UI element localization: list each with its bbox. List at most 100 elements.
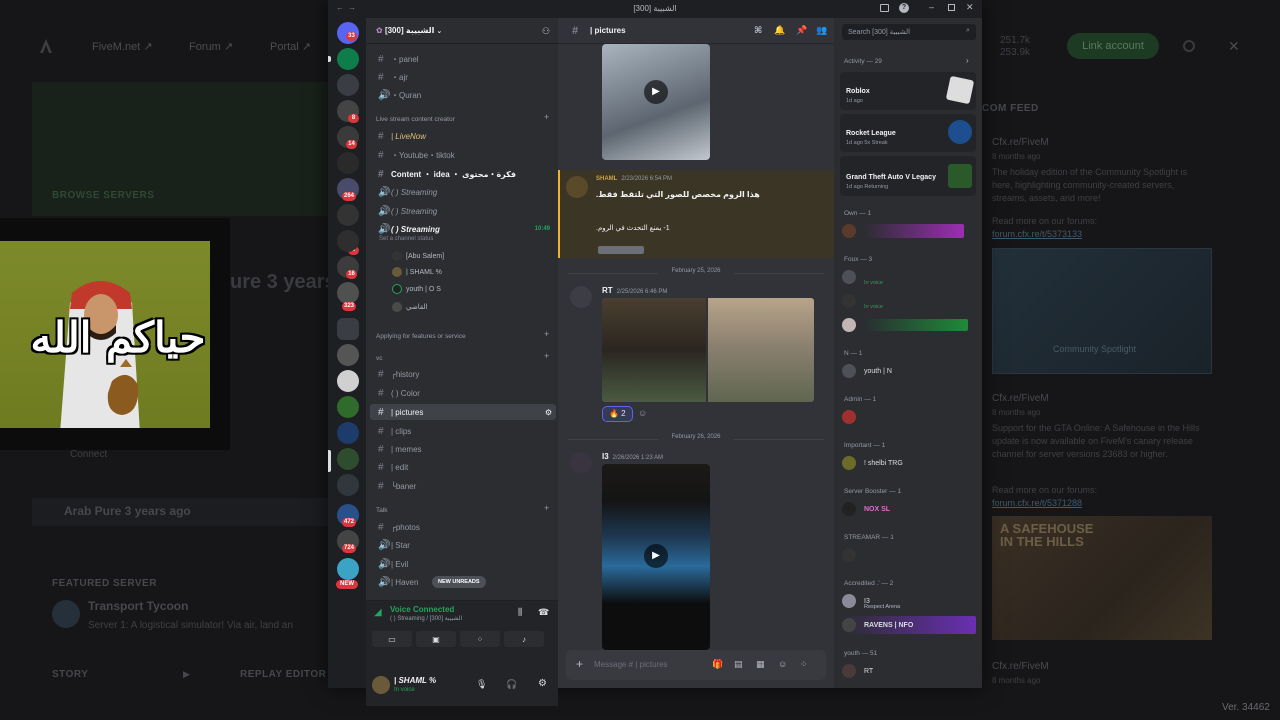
help-icon[interactable]: ? <box>899 3 909 13</box>
pin-icon[interactable]: 📌 <box>796 25 807 36</box>
reaction-fire[interactable]: 🔥 2 <box>602 406 633 422</box>
member-item[interactable]: youth | N <box>842 362 976 380</box>
link-account-button[interactable]: Link account <box>1067 33 1159 59</box>
search-input[interactable]: Search الشبيبة [300] ⌕ <box>842 24 976 40</box>
video-attachment[interactable]: ▶ <box>602 464 710 650</box>
server-icon[interactable] <box>337 448 359 470</box>
server-icon[interactable] <box>337 396 359 418</box>
add-channel-icon[interactable]: + <box>544 112 549 122</box>
inbox-icon[interactable] <box>880 4 889 12</box>
play-icon[interactable]: ▶ <box>183 669 190 680</box>
chevron-right-icon[interactable]: › <box>966 56 969 65</box>
feed-image-safehouse[interactable]: A SAFEHOUSE IN THE HILLS <box>992 516 1212 640</box>
server-icon[interactable] <box>337 204 359 226</box>
channel-content-idea[interactable]: # Content ・ idea ・ فكرة・محتوى <box>370 166 556 182</box>
history-item[interactable]: Arab Pure 3 years ago <box>32 498 328 526</box>
emoji-icon[interactable]: ☺ <box>778 659 787 669</box>
gif-icon[interactable]: ▤ <box>734 659 743 670</box>
activity-card[interactable]: Roblox 1d ago <box>840 72 976 110</box>
activity-header[interactable]: Activity — 29 <box>844 58 882 65</box>
close-window-icon[interactable]: ✕ <box>966 2 974 13</box>
category-live[interactable]: Live stream content creator <box>376 116 455 123</box>
server-icon[interactable] <box>337 230 359 252</box>
channel-clips[interactable]: # | clips <box>370 423 556 439</box>
play-icon[interactable]: ▶ <box>644 544 668 568</box>
voice-user[interactable]: القاضي <box>392 300 428 314</box>
channel-photos[interactable]: # ╭photos <box>370 519 556 535</box>
server-icon[interactable] <box>337 370 359 392</box>
server-icon[interactable] <box>337 152 359 174</box>
channel-edit[interactable]: # | edit <box>370 459 556 475</box>
sticker-icon[interactable]: ▦ <box>756 659 765 670</box>
message-author[interactable]: I3 2/26/2026 1:23 AM <box>602 452 663 461</box>
image-attachment[interactable] <box>708 298 814 402</box>
server-icon[interactable] <box>337 422 359 444</box>
server-icon[interactable] <box>337 344 359 366</box>
category-apply[interactable]: Applying for features or service <box>376 333 466 340</box>
avatar[interactable] <box>570 452 592 474</box>
channel-ajr[interactable]: # ・ajr <box>370 69 556 85</box>
activity-card[interactable]: Rocket League 1d ago 5x Streak <box>840 114 976 152</box>
category-vc[interactable]: vc <box>376 355 383 362</box>
bell-icon[interactable]: 🔔 <box>774 25 785 36</box>
maximize-icon[interactable] <box>948 4 955 11</box>
activities-button[interactable]: ⁘ <box>460 631 500 647</box>
add-channel-icon[interactable]: + <box>544 503 549 513</box>
channel-youtube[interactable]: # ・Youtube・tiktok <box>370 147 556 163</box>
voice-user[interactable]: [Abu Salem] <box>392 249 444 263</box>
voice-channel-name[interactable]: ( ) Streaming / الشبيبة [300] <box>390 615 462 622</box>
feed-link[interactable]: forum.cfx.re/t/5371288 <box>992 497 1082 510</box>
camera-button[interactable]: ▭ <box>372 631 412 647</box>
new-unreads-pill[interactable]: NEW UNREADS <box>432 576 486 588</box>
channel-panel[interactable]: # ・panel <box>370 51 556 67</box>
member-item[interactable]: RAVENS | NFO <box>842 616 976 634</box>
activity-card[interactable]: Grand Theft Auto V Legacy 1d ago Returni… <box>840 156 976 196</box>
avatar[interactable] <box>570 286 592 308</box>
video-attachment[interactable]: ▶ <box>602 44 710 160</box>
message-author[interactable]: SHAML 2/23/2026 6:54 PM <box>596 176 672 182</box>
voice-channel-star[interactable]: 🔊 | Star <box>370 537 556 553</box>
voice-channel-streaming[interactable]: 🔊( ) Streaming <box>370 203 556 219</box>
voice-channel-streaming-active[interactable]: 🔊( ) Streaming 10:49 <box>370 221 556 237</box>
spoiler-block[interactable] <box>598 246 644 254</box>
server-icon[interactable] <box>337 74 359 96</box>
settings-gear-icon[interactable] <box>1183 40 1195 52</box>
channel-baner[interactable]: # ╰baner <box>370 478 556 494</box>
member-item[interactable]: In voice <box>842 292 976 310</box>
gift-icon[interactable]: 🎁 <box>712 659 723 670</box>
server-icon[interactable] <box>337 474 359 496</box>
highlighted-message[interactable]: SHAML 2/23/2026 6:54 PM هذا الروم مخصص لل… <box>558 170 834 258</box>
image-attachment[interactable] <box>602 298 706 402</box>
add-channel-icon[interactable]: + <box>544 351 549 361</box>
voice-connected-label[interactable]: Voice Connected <box>390 605 454 614</box>
voice-user[interactable]: youth | O S <box>392 282 441 296</box>
disconnect-icon[interactable]: ☎ <box>538 607 549 618</box>
member-item[interactable]: I3 Respect Arena <box>842 592 976 610</box>
settings-gear-icon[interactable]: ⚙ <box>545 408 552 417</box>
category-talk[interactable]: Talk <box>376 507 388 514</box>
server-icon[interactable] <box>337 282 359 304</box>
headphones-icon[interactable]: 🎧 <box>506 679 517 690</box>
member-list-icon[interactable]: 👥 <box>816 25 827 36</box>
minimize-icon[interactable]: – <box>929 2 934 12</box>
nav-fivem-link[interactable]: FiveM.net ↗ <box>92 40 153 53</box>
channel-pictures[interactable]: # | pictures ⚙ <box>370 404 556 420</box>
story-tab[interactable]: STORY <box>52 669 88 680</box>
nav-portal-link[interactable]: Portal ↗ <box>270 40 311 53</box>
channel-color[interactable]: # ( ) Color <box>370 385 556 401</box>
play-icon[interactable]: ▶ <box>644 80 668 104</box>
channel-memes[interactable]: # | memes <box>370 441 556 457</box>
microphone-icon[interactable]: 🎙 <box>476 679 487 690</box>
add-reaction-icon[interactable]: ☺ <box>638 408 647 418</box>
noise-suppression-icon[interactable]: ⫼ <box>518 607 522 618</box>
launcher-logo-icon[interactable] <box>38 38 54 54</box>
replay-editor-tab[interactable]: REPLAY EDITOR <box>240 669 326 680</box>
voice-user[interactable]: | SHAML % <box>392 265 442 279</box>
feed-image-community-spotlight[interactable]: Community Spotlight <box>992 248 1212 374</box>
featured-server-name[interactable]: Transport Tycoon <box>88 600 188 613</box>
channel-status[interactable]: Set a channel status <box>379 236 433 242</box>
message-input[interactable]: Message # | pictures <box>594 660 668 669</box>
server-icon[interactable] <box>337 558 359 580</box>
add-attachment-icon[interactable]: + <box>576 657 583 671</box>
close-icon[interactable]: ✕ <box>1228 38 1240 55</box>
